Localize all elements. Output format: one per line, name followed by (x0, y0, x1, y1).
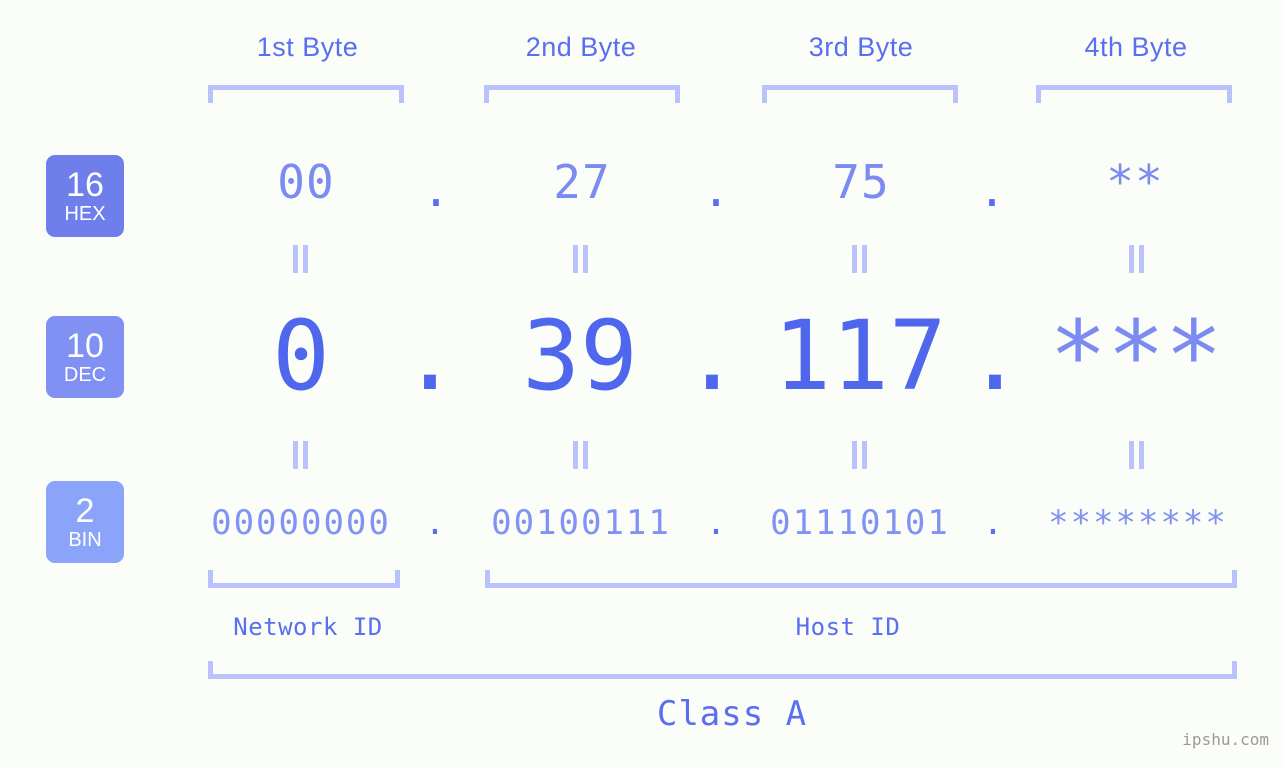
byte-header-1: 1st Byte (256, 32, 359, 62)
bin-separator-1: . (424, 503, 446, 543)
equals-connector-hex-dec-4 (1128, 245, 1144, 273)
bin-byte-1: 00000000 (211, 503, 391, 543)
base-badge-dec-name: DEC (63, 364, 107, 386)
base-badge-hex-number: 16 (66, 166, 104, 204)
network-id-bracket (208, 570, 400, 588)
bin-separator-3: . (982, 503, 1004, 543)
equals-connector-dec-bin-2 (572, 441, 588, 469)
equals-connector-hex-dec-2 (572, 245, 588, 273)
bin-separator-2: . (705, 503, 727, 543)
dec-separator-3: . (966, 300, 1024, 412)
hex-byte-1: 00 (277, 155, 335, 209)
site-watermark: ipshu.com (1182, 730, 1269, 749)
byte-bracket-1 (208, 85, 404, 103)
base-badge-dec-number: 10 (66, 327, 104, 365)
byte-bracket-2 (484, 85, 680, 103)
hex-byte-4: ** (1106, 155, 1164, 209)
equals-connector-hex-dec-1 (292, 245, 308, 273)
byte-bracket-3 (762, 85, 958, 103)
dec-byte-1: 0 (272, 300, 330, 412)
byte-header-2: 2nd Byte (525, 32, 637, 62)
host-id-label: Host ID (795, 613, 901, 641)
host-id-bracket (485, 570, 1237, 588)
equals-connector-dec-bin-1 (292, 441, 308, 469)
class-bracket (208, 661, 1237, 679)
byte-header-3: 3rd Byte (808, 32, 914, 62)
ip-breakdown-diagram: 1st Byte 2nd Byte 3rd Byte 4th Byte 16 H… (0, 0, 1285, 767)
base-badge-hex: 16 HEX (46, 155, 124, 237)
hex-byte-3: 75 (832, 155, 890, 209)
bin-byte-3: 01110101 (770, 503, 950, 543)
base-badge-bin-name: BIN (68, 529, 102, 551)
base-badge-bin: 2 BIN (46, 481, 124, 563)
base-badge-dec: 10 DEC (46, 316, 124, 398)
dec-byte-4: *** (1049, 300, 1223, 412)
hex-separator-2: . (702, 163, 730, 217)
network-id-label: Network ID (233, 613, 383, 641)
base-badge-bin-number: 2 (75, 492, 95, 530)
dec-byte-2: 39 (522, 300, 638, 412)
byte-header-4: 4th Byte (1084, 32, 1188, 62)
hex-separator-1: . (422, 163, 450, 217)
dec-byte-3: 117 (773, 300, 947, 412)
dec-separator-2: . (683, 300, 741, 412)
equals-connector-dec-bin-3 (851, 441, 867, 469)
hex-byte-2: 27 (553, 155, 611, 209)
class-label: Class A (656, 694, 808, 734)
byte-bracket-4 (1036, 85, 1232, 103)
dec-separator-1: . (401, 300, 459, 412)
bin-byte-2: 00100111 (491, 503, 671, 543)
base-badge-hex-name: HEX (64, 203, 106, 225)
bin-byte-4: ******** (1048, 503, 1228, 543)
equals-connector-dec-bin-4 (1128, 441, 1144, 469)
hex-separator-3: . (978, 163, 1006, 217)
equals-connector-hex-dec-3 (851, 245, 867, 273)
